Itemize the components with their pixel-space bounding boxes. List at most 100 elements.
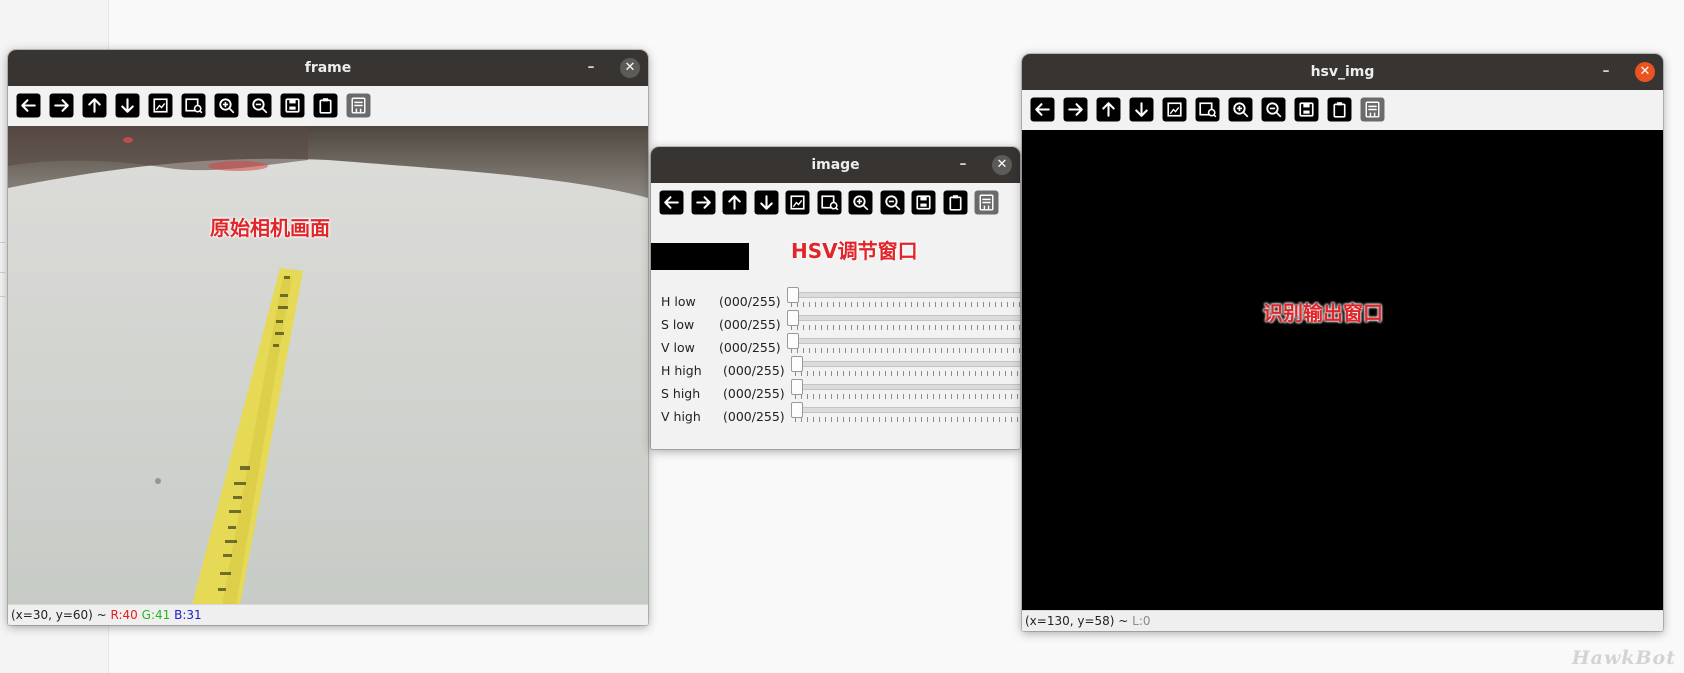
background-tick bbox=[0, 296, 5, 297]
frame-window[interactable]: frame – ✕ 原始相机画面 (x=30, y=60) ~ R:40 G:4… bbox=[8, 50, 648, 625]
camera-annotation: 原始相机画面 bbox=[210, 216, 330, 240]
save-icon[interactable] bbox=[911, 190, 936, 215]
status-r-value: R:40 bbox=[110, 608, 138, 622]
trackbar-value: (000/255) bbox=[719, 340, 781, 355]
zoom-in-icon[interactable] bbox=[214, 93, 239, 118]
trackbar-label: H high bbox=[661, 363, 702, 378]
trackbar-panel: H low (000/255) S low (000/255) V low (000/25… bbox=[651, 287, 1020, 441]
pan-down-icon[interactable] bbox=[1129, 97, 1154, 122]
zoom-in-icon[interactable] bbox=[1228, 97, 1253, 122]
properties-icon[interactable] bbox=[1360, 97, 1385, 122]
pan-right-icon[interactable] bbox=[1063, 97, 1088, 122]
pan-down-icon[interactable] bbox=[115, 93, 140, 118]
trackbar-value: (000/255) bbox=[723, 363, 785, 378]
camera-image[interactable]: 原始相机画面 bbox=[8, 126, 648, 605]
save-icon[interactable] bbox=[1294, 97, 1319, 122]
trackbar-groove bbox=[787, 338, 1020, 344]
copy-clipboard-icon[interactable] bbox=[313, 93, 338, 118]
status-b-value: B:31 bbox=[174, 608, 202, 622]
minimize-button[interactable]: – bbox=[1597, 63, 1615, 81]
trackbar-thumb[interactable] bbox=[787, 287, 799, 303]
trackbar-value: (000/255) bbox=[719, 294, 781, 309]
watermark: HawkBot bbox=[1571, 647, 1676, 669]
frame-titlebar[interactable]: frame – ✕ bbox=[8, 50, 648, 86]
pan-up-icon[interactable] bbox=[722, 190, 747, 215]
pan-left-icon[interactable] bbox=[659, 190, 684, 215]
trackbar-slider[interactable] bbox=[787, 333, 1020, 355]
trackbar-slider[interactable] bbox=[787, 287, 1020, 309]
pan-up-icon[interactable] bbox=[82, 93, 107, 118]
hsv-img-statusbar: (x=130, y=58) ~ L:0 bbox=[1022, 610, 1663, 631]
zoom-fit-icon[interactable] bbox=[148, 93, 173, 118]
copy-clipboard-icon[interactable] bbox=[1327, 97, 1352, 122]
properties-icon[interactable] bbox=[346, 93, 371, 118]
camera-frame-picture bbox=[8, 126, 648, 605]
image-preview[interactable] bbox=[651, 243, 749, 270]
pan-right-icon[interactable] bbox=[691, 190, 716, 215]
zoom-fit-icon[interactable] bbox=[1162, 97, 1187, 122]
status-l-value: L:0 bbox=[1132, 614, 1151, 628]
trackbar-groove bbox=[791, 384, 1020, 390]
zoom-in-icon[interactable] bbox=[848, 190, 873, 215]
trackbar-label: S high bbox=[661, 386, 701, 401]
trackbar-slider[interactable] bbox=[791, 402, 1020, 424]
trackbar-groove bbox=[787, 292, 1020, 298]
pan-left-icon[interactable] bbox=[16, 93, 41, 118]
trackbar-value: (000/255) bbox=[723, 409, 785, 424]
trackbar-slider[interactable] bbox=[791, 356, 1020, 378]
trackbar-thumb[interactable] bbox=[791, 379, 803, 395]
hsv-img-toolbar bbox=[1022, 90, 1663, 130]
zoom-out-icon[interactable] bbox=[1261, 97, 1286, 122]
trackbar-ticks bbox=[791, 348, 1020, 353]
trackbar-label: S low bbox=[661, 317, 695, 332]
close-button[interactable]: ✕ bbox=[620, 58, 640, 78]
mask-image[interactable]: 识别输出窗口 bbox=[1022, 130, 1663, 611]
trackbar-slider[interactable] bbox=[791, 379, 1020, 401]
window-title: image bbox=[811, 157, 860, 173]
minimize-button[interactable]: – bbox=[954, 156, 972, 174]
hsv-img-window[interactable]: hsv_img – ✕ 识别输出窗口 (x=130, y=58) ~ L:0 bbox=[1022, 54, 1663, 631]
minimize-button[interactable]: – bbox=[582, 59, 600, 77]
zoom-original-icon[interactable] bbox=[181, 93, 206, 118]
frame-statusbar: (x=30, y=60) ~ R:40 G:41 B:31 bbox=[8, 604, 648, 625]
background-tick bbox=[0, 242, 5, 243]
trackbar-thumb[interactable] bbox=[791, 402, 803, 418]
hsv-img-titlebar[interactable]: hsv_img – ✕ bbox=[1022, 54, 1663, 90]
zoom-original-icon[interactable] bbox=[1195, 97, 1220, 122]
pan-right-icon[interactable] bbox=[49, 93, 74, 118]
zoom-out-icon[interactable] bbox=[247, 93, 272, 118]
trackbar-ticks bbox=[795, 371, 1020, 376]
trackbar-ticks bbox=[791, 325, 1020, 330]
image-window[interactable]: image – ✕ HSV调节窗口 H low (000/255) S low (00… bbox=[651, 147, 1020, 449]
pan-up-icon[interactable] bbox=[1096, 97, 1121, 122]
image-toolbar bbox=[651, 183, 1020, 223]
window-title: hsv_img bbox=[1310, 64, 1375, 80]
background-tick bbox=[0, 272, 5, 273]
save-icon[interactable] bbox=[280, 93, 305, 118]
trackbar-groove bbox=[791, 361, 1020, 367]
trackbar-thumb[interactable] bbox=[787, 333, 799, 349]
trackbar-ticks bbox=[795, 394, 1020, 399]
trackbar-thumb[interactable] bbox=[791, 356, 803, 372]
copy-clipboard-icon[interactable] bbox=[943, 190, 968, 215]
trackbar-groove bbox=[787, 315, 1020, 321]
trackbar-value: (000/255) bbox=[723, 386, 785, 401]
trackbar-slider[interactable] bbox=[787, 310, 1020, 332]
output-annotation: 识别输出窗口 bbox=[1263, 301, 1383, 325]
zoom-out-icon[interactable] bbox=[880, 190, 905, 215]
trackbar-thumb[interactable] bbox=[787, 310, 799, 326]
properties-icon[interactable] bbox=[974, 190, 999, 215]
trackbar-label: H low bbox=[661, 294, 696, 309]
window-title: frame bbox=[304, 60, 352, 76]
frame-toolbar bbox=[8, 86, 648, 126]
pan-left-icon[interactable] bbox=[1030, 97, 1055, 122]
close-button[interactable]: ✕ bbox=[1635, 62, 1655, 82]
trackbar-ticks bbox=[795, 417, 1020, 422]
pan-down-icon[interactable] bbox=[754, 190, 779, 215]
zoom-fit-icon[interactable] bbox=[785, 190, 810, 215]
close-button[interactable]: ✕ bbox=[992, 155, 1012, 175]
trackbar-row: V high (000/255) bbox=[661, 402, 1020, 428]
zoom-original-icon[interactable] bbox=[817, 190, 842, 215]
image-titlebar[interactable]: image – ✕ bbox=[651, 147, 1020, 183]
status-coords: (x=30, y=60) ~ bbox=[11, 608, 111, 622]
